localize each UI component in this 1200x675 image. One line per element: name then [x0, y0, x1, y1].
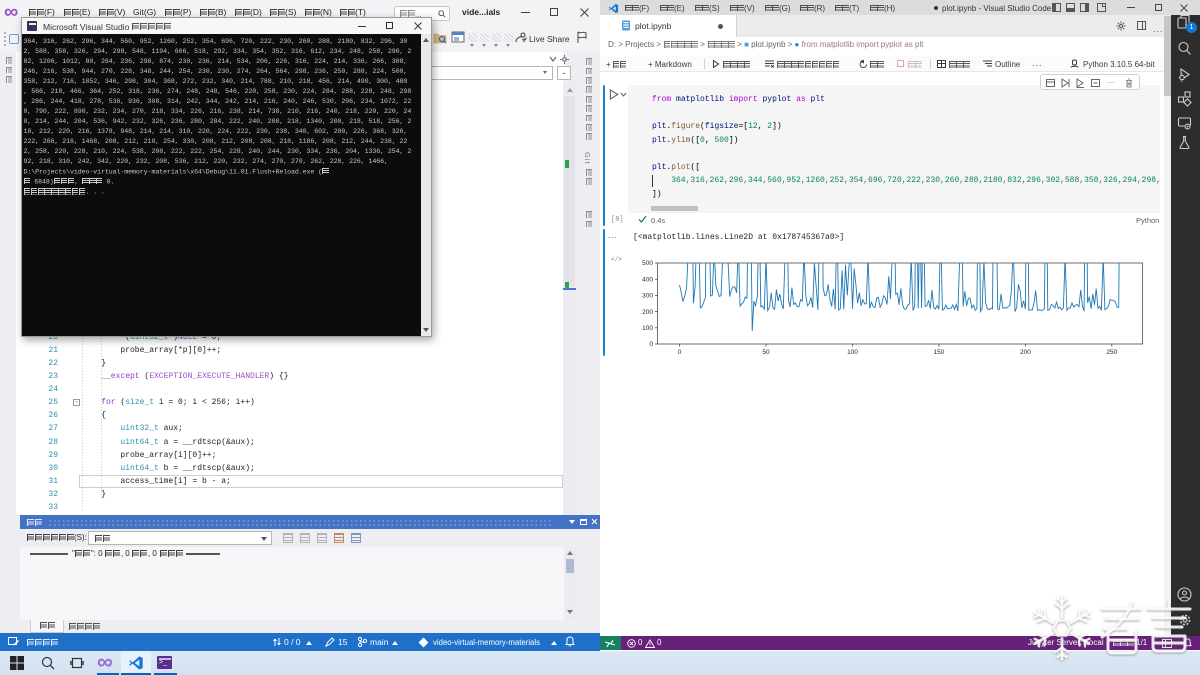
svg-text:250: 250: [1106, 349, 1117, 356]
svg-text:0: 0: [678, 349, 682, 356]
svg-text:0: 0: [649, 341, 653, 348]
svg-text:100: 100: [642, 325, 653, 332]
svg-text:100: 100: [847, 349, 858, 356]
svg-text:500: 500: [642, 260, 653, 267]
svg-text:50: 50: [762, 349, 770, 356]
svg-text:200: 200: [642, 309, 653, 316]
svg-text:150: 150: [933, 349, 944, 356]
svg-text:400: 400: [642, 276, 653, 283]
svg-text:200: 200: [1020, 349, 1031, 356]
svg-text:300: 300: [642, 293, 653, 300]
